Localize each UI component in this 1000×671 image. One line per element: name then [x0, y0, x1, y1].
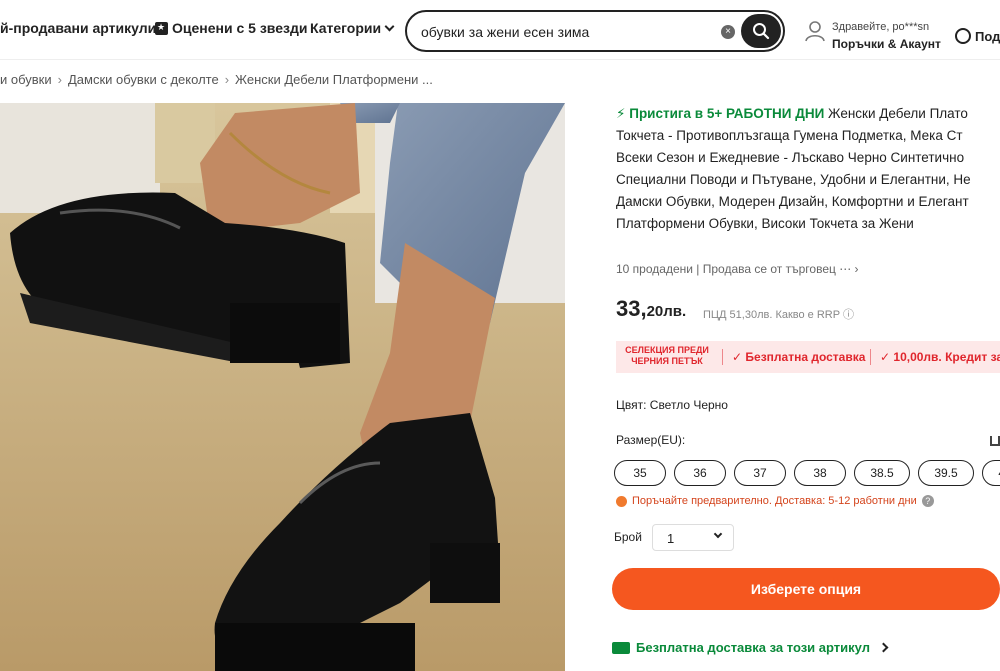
- size-guide-icon[interactable]: [990, 436, 1000, 446]
- preorder-notice: Поръчайте предварително. Доставка: 5-12 …: [616, 495, 934, 507]
- size-option[interactable]: 36: [674, 460, 726, 486]
- select-option-button[interactable]: Изберете опция: [612, 568, 1000, 610]
- account-greeting[interactable]: Здравейте, ро***sn: [832, 21, 929, 33]
- size-option[interactable]: 39.5: [918, 460, 974, 486]
- search-input[interactable]: обувки за жени есен зима: [421, 24, 589, 40]
- nav-rated-label: Оценени с 5 звезди: [172, 20, 308, 36]
- star-icon: [155, 22, 168, 35]
- free-shipping-link[interactable]: Безплатна доставка за този артикул: [612, 640, 889, 655]
- size-option[interactable]: 40.5: [982, 460, 1000, 486]
- sold-count: 10 продадени: [616, 262, 693, 276]
- nav-rated[interactable]: Оценени с 5 звезди: [155, 20, 307, 36]
- orders-account-link[interactable]: Поръчки & Акаунт: [832, 37, 941, 51]
- help-icon: [955, 28, 971, 44]
- truck-icon: [612, 641, 630, 654]
- size-label: Размер(EU):: [616, 433, 686, 447]
- nav-categories[interactable]: Категории: [310, 20, 395, 36]
- search-icon: [753, 23, 770, 40]
- nav-categories-label: Категории: [310, 20, 382, 36]
- quantity-label: Брой: [614, 530, 642, 544]
- search-button[interactable]: [741, 14, 781, 48]
- credit-promo: ✓ 10,00лв. Кредит за: [880, 350, 1000, 364]
- search-bar: обувки за жени есен зима ×: [405, 10, 785, 52]
- nav-bestsellers[interactable]: й-продавани артикули: [0, 20, 156, 36]
- price: 33,20лв.: [616, 296, 687, 321]
- help-link[interactable]: Под: [955, 28, 1000, 44]
- info-icon[interactable]: ?: [921, 495, 934, 507]
- user-icon[interactable]: [805, 20, 825, 42]
- help-label: Под: [975, 28, 1000, 44]
- breadcrumb-item[interactable]: Женски Дебели Платформени ...: [235, 72, 433, 87]
- size-options: 35 36 37 38 38.5 39.5 40.5: [614, 460, 1000, 486]
- color-label: Цвят: Светло Черно: [616, 398, 728, 412]
- chevron-down-icon: [713, 529, 723, 539]
- black-friday-badge: СЕЛЕКЦИЯ ПРЕДИ ЧЕРНИЯ ПЕТЪК: [625, 345, 709, 366]
- sold-info: 10 продадени | Продава се от търговец ⋯ …: [616, 262, 859, 276]
- breadcrumb-item[interactable]: Дамски обувки с деколте: [68, 72, 219, 87]
- clock-icon: [616, 495, 627, 507]
- breadcrumb-item[interactable]: и обувки: [0, 72, 52, 87]
- seller-link[interactable]: Продава се от търговец: [703, 262, 836, 276]
- product-title: ⚡ Пристига в 5+ РАБОТНИ ДНИ Женски Дебел…: [616, 106, 971, 231]
- size-option[interactable]: 37: [734, 460, 786, 486]
- chevron-down-icon: [384, 21, 395, 31]
- size-option[interactable]: 38: [794, 460, 846, 486]
- chevron-right-icon: [878, 642, 889, 653]
- top-bar: й-продавани артикули Оценени с 5 звезди …: [0, 0, 1000, 60]
- product-image[interactable]: [0, 103, 565, 671]
- size-option[interactable]: 38.5: [854, 460, 910, 486]
- rrp-info[interactable]: ПЦД 51,30лв. Какво е RRP ⓘ: [703, 306, 854, 322]
- fast-delivery-badge: ⚡ Пристига в 5+ РАБОТНИ ДНИ: [616, 106, 825, 121]
- breadcrumb-separator: ›: [57, 72, 62, 87]
- breadcrumb-separator: ›: [224, 72, 230, 87]
- size-option[interactable]: 35: [614, 460, 666, 486]
- quantity-select[interactable]: 1: [652, 524, 734, 551]
- breadcrumb: и обувки › Дамски обувки с деколте › Женски …: [0, 72, 433, 87]
- promo-banner: СЕЛЕКЦИЯ ПРЕДИ ЧЕРНИЯ ПЕТЪК ✓ Безплатна …: [616, 341, 1000, 373]
- free-shipping-promo: ✓ Безплатна доставка: [732, 350, 866, 364]
- clear-icon[interactable]: ×: [721, 25, 735, 39]
